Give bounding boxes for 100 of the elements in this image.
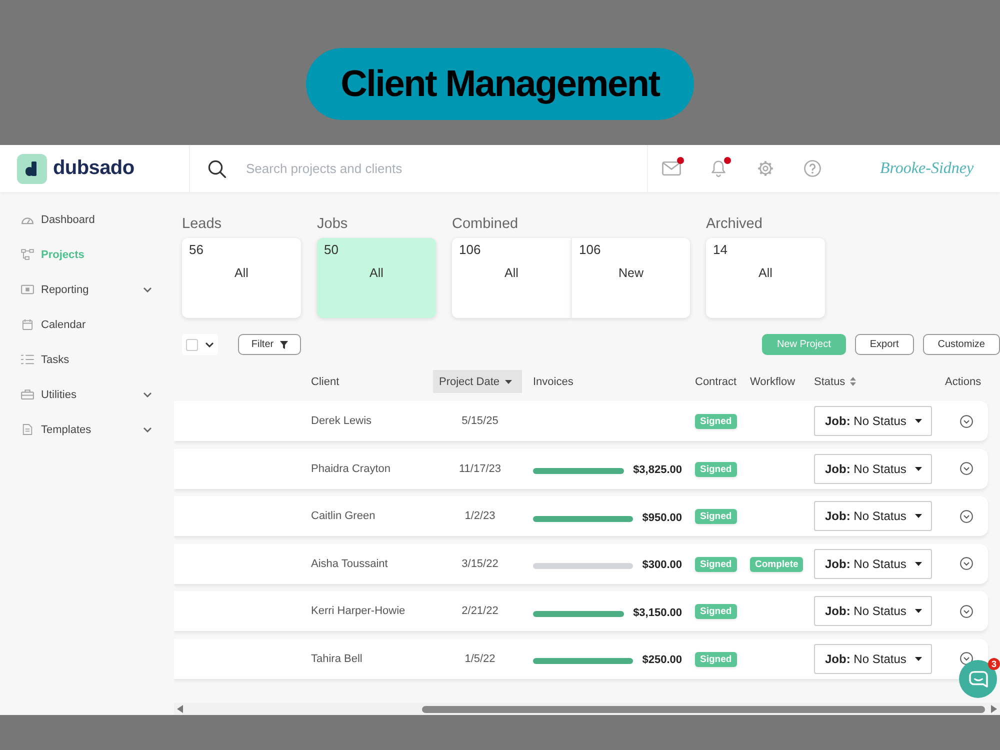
logo-icon [17,154,47,184]
caret-down-icon [915,609,922,613]
brand-signature: Brooke-Sidney [880,160,974,178]
status-dropdown[interactable]: Job: No Status [814,406,932,436]
group-label: Archived [706,215,762,233]
status-dropdown[interactable]: Job: No Status [814,501,932,531]
table-row[interactable]: Aisha Toussaint 3/15/22 $300.00 Signed Complete Job: No Status [174,544,988,584]
scrollbar-thumb[interactable] [422,706,985,712]
chevron-circle-icon[interactable] [960,652,973,665]
status-dropdown[interactable]: Job: No Status [814,548,932,578]
status-dropdown[interactable]: Job: No Status [814,454,932,484]
client-name: Kerri Harper-Howie [311,605,406,617]
count-card[interactable]: 106 New [571,238,690,318]
client-name: Caitlin Green [311,510,376,522]
chevron-circle-icon[interactable] [960,510,973,522]
scroll-right-icon[interactable] [991,705,997,713]
filter-button[interactable]: Filter [238,334,301,355]
bell-icon[interactable] [708,160,728,177]
project-date: 11/17/23 [458,462,501,474]
invoice-amount: $3,825.00 [633,464,682,476]
invoice-amount: $300.00 [642,559,682,571]
logo-text: dubsado [53,157,134,180]
status-dropdown[interactable]: Job: No Status [814,596,932,626]
toolbox-icon [21,389,34,400]
chevron-circle-icon[interactable] [960,557,973,570]
toolbar-button[interactable]: Export [854,334,914,355]
count-card[interactable]: 106 All [452,238,571,318]
chevron-down-icon[interactable] [143,392,152,398]
search-icon[interactable] [208,160,226,178]
table-row[interactable]: Phaidra Crayton 11/17/23 $3,825.00 Signed Job: No Status [174,448,988,488]
project-date: 2/21/22 [462,605,498,617]
chevron-circle-icon[interactable] [960,414,973,428]
sidebar-item[interactable]: Utilities [0,377,174,412]
contract-tag: Signed [695,509,737,524]
group-label: Leads [182,215,222,233]
count-card[interactable]: 50 All [317,238,436,318]
search-field[interactable]: Search projects and clients [246,158,647,178]
nodes-icon [21,249,34,260]
sidebar-item[interactable]: Templates [0,412,174,447]
column-header[interactable]: Status [814,370,856,393]
status-dropdown[interactable]: Job: No Status [814,644,932,674]
client-name: Aisha Toussaint [311,558,388,570]
project-date: 1/5/22 [464,652,496,664]
group-label: Combined [452,215,518,233]
table-row[interactable]: Tahira Bell 1/5/22 $250.00 Signed Job: No Status [174,638,988,678]
chevron-down-icon[interactable] [143,426,152,432]
sidebar-item[interactable]: Dashboard [0,202,174,237]
document-icon [21,424,34,435]
project-date: 1/2/23 [464,510,496,522]
notification-badge: 3 [988,658,1000,670]
table-row[interactable]: Caitlin Green 1/2/23 $950.00 Signed Job: No Status [174,496,988,536]
client-name: Tahira Bell [311,652,362,664]
caret-down-icon [915,514,922,518]
project-date: 5/15/25 [462,415,498,427]
sidebar-item[interactable]: Reporting [0,272,174,307]
caret-down-icon [915,562,922,566]
client-name: Phaidra Crayton [311,462,390,474]
toolbar-button[interactable]: Customize [922,334,1000,355]
chevron-circle-icon[interactable] [960,462,973,475]
funnel-icon [280,340,288,348]
chevron-down-icon[interactable] [205,342,214,348]
chevron-circle-icon[interactable] [960,604,973,618]
caret-down-icon [915,419,922,423]
contract-tag: Signed [695,556,737,572]
caret-down-icon [504,380,512,384]
scroll-left-icon[interactable] [177,705,183,713]
invoice-amount: $250.00 [642,654,682,666]
chat-button[interactable] [959,660,997,698]
column-header: Contract [695,374,737,390]
column-header: Invoices [532,374,574,390]
group-label: Jobs [317,215,348,233]
sidebar-item[interactable]: Calendar [0,307,174,342]
sidebar-item[interactable]: Tasks [0,342,174,377]
invoice-amount: $950.00 [642,512,682,524]
horizontal-scrollbar[interactable] [174,703,1000,715]
count-card[interactable]: 14 All [706,238,825,318]
project-date: 3/15/22 [462,558,498,570]
caret-down-icon [915,466,922,470]
contract-tag: Signed [695,652,737,666]
checklist-icon [21,354,34,365]
workflow-tag: Complete [750,556,804,572]
chevron-down-icon[interactable] [143,286,152,292]
table-row[interactable]: Derek Lewis 5/15/25 Signed Job: No Status [174,401,988,441]
mail-icon[interactable] [662,160,680,177]
contract-tag: Signed [695,414,737,429]
column-header[interactable]: Project Date [433,370,522,393]
page-title: Client Management [306,48,694,120]
count-card[interactable]: 56 All [182,238,301,318]
column-header: Workflow [750,374,796,390]
invoice-amount: $3,150.00 [633,606,682,618]
client-name: Derek Lewis [311,415,372,427]
checkbox[interactable] [186,338,198,350]
column-header: Actions [945,374,982,390]
chat-bubble-icon [968,670,988,688]
table-row[interactable]: Kerri Harper-Howie 2/21/22 $3,150.00 Signed Job: No Status [174,591,988,631]
card-icon [21,284,34,295]
caret-down-icon [915,656,922,660]
calendar-icon [21,319,34,330]
contract-tag: Signed [695,604,737,619]
contract-tag: Signed [695,462,737,476]
